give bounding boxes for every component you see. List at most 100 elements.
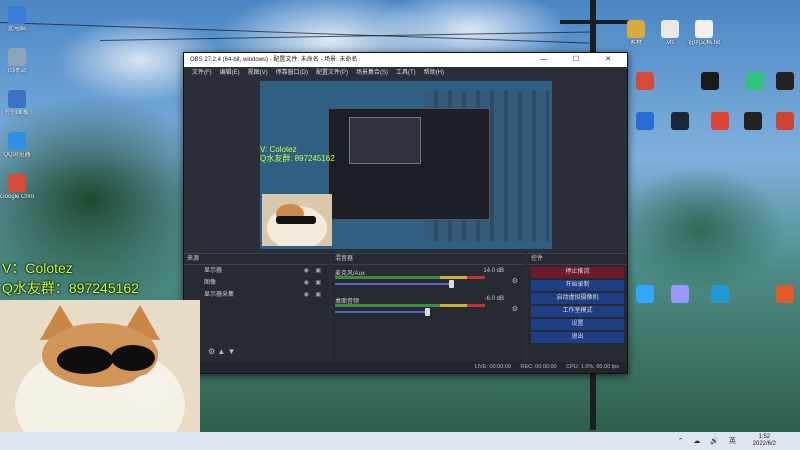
obs-window-title: OBS 27.2.4 (64-bit, windows) - 配置文件: 未命名… xyxy=(190,57,358,63)
lock-icon[interactable]: ▣ xyxy=(315,277,321,289)
mixer-panel[interactable]: 混音器 麦克风/Aux 14.0 dB ⚙ 桌面音频 -6.0 dB ⚙ xyxy=(332,253,524,362)
desktop-icon-right-7[interactable] xyxy=(625,112,665,132)
webcam-cat-image xyxy=(0,300,200,450)
mixer-channel: 桌面音频 -6.0 dB ⚙ xyxy=(332,293,524,321)
desktop-icon-left-4[interactable]: Google Chro xyxy=(0,174,37,201)
qq-music-icon xyxy=(746,72,764,90)
audio-level-meter xyxy=(335,304,485,307)
lock-icon[interactable]: ▣ xyxy=(315,289,321,301)
desktop-icon-right-2[interactable]: 说明文档.txt xyxy=(684,20,724,47)
volume-slider-handle[interactable] xyxy=(449,280,454,288)
desktop-icon-right-3[interactable] xyxy=(625,72,665,92)
stream-overlay-text: V：Colotez Q水友群：897245162 xyxy=(2,258,139,298)
obs-menu-item[interactable]: 配置文件(P) xyxy=(316,70,348,76)
obs-menu-item[interactable]: 视图(V) xyxy=(248,70,268,76)
preview-overlay-line-1: V: Colotez xyxy=(260,145,297,154)
desktop-icon-label: 说明文档.txt xyxy=(687,40,720,46)
volume-slider-handle[interactable] xyxy=(425,308,430,316)
controls-panel[interactable]: 控件 停止推流开始录制启动虚拟摄像机 工作室模式设置退出 xyxy=(528,253,627,362)
desktop-icon-right-12[interactable] xyxy=(625,285,665,305)
preview-cat-image xyxy=(262,194,332,250)
obs-menu-item[interactable]: 停靠窗口(D) xyxy=(276,70,308,76)
folder-icon xyxy=(627,20,645,38)
desktop-icon-label: 控制面板 xyxy=(4,110,29,116)
visibility-eye-icon[interactable]: ◉ xyxy=(304,265,309,277)
control-panel-icon xyxy=(8,90,26,108)
source-item[interactable]: 显示器 ◉ ▣ xyxy=(184,265,329,277)
steam-icon xyxy=(671,112,689,130)
monitor-icon xyxy=(8,6,26,24)
desktop-icon-left-2[interactable]: 控制面板 xyxy=(0,90,37,117)
text-file-icon xyxy=(695,20,713,38)
game-icon xyxy=(776,112,794,130)
obs-menu-item[interactable]: 帮助(H) xyxy=(424,70,444,76)
mixer-panel-header: 混音器 xyxy=(332,254,524,265)
mixer-settings-gear-icon[interactable]: ⚙ xyxy=(512,277,518,285)
clock-time: 1:52 xyxy=(758,434,771,440)
cat-sunglasses-illustration xyxy=(0,300,200,450)
controls-panel-header: 控件 xyxy=(528,254,627,265)
desktop-icon-right-13[interactable] xyxy=(660,285,700,305)
control-button[interactable]: 停止推流 xyxy=(531,267,624,278)
mixer-settings-gear-icon[interactable]: ⚙ xyxy=(512,305,518,313)
app-icon xyxy=(776,285,794,303)
chrome-icon xyxy=(636,72,654,90)
overlay-line-2: Q水友群：897245162 xyxy=(2,280,139,296)
preview-overlay-line-2: Q水友群: 897245162 xyxy=(260,154,335,163)
desktop-icon-right-8[interactable] xyxy=(660,112,700,132)
desktop-icon-label: QQ浏览器 xyxy=(3,152,31,158)
desktop-icon-label: Google Chro xyxy=(0,194,35,200)
mixer-channel-db: -6.0 dB xyxy=(484,296,504,302)
nested-obs-preview-inner xyxy=(349,117,421,164)
source-item-label: 图像 xyxy=(204,280,217,286)
volume-slider[interactable] xyxy=(335,283,452,285)
desktop-icon-label: 回收站 xyxy=(7,68,26,74)
chrome-icon xyxy=(8,174,26,192)
obs-menu-item[interactable]: 工具(T) xyxy=(396,70,416,76)
lock-icon[interactable]: ▣ xyxy=(315,265,321,277)
taskbar: ⌃ ☁ 🔊 英 1:52 2022/6/2 xyxy=(0,432,800,450)
qq-icon xyxy=(701,72,719,90)
clock-date: 2022/6/2 xyxy=(752,441,776,447)
visibility-eye-icon[interactable]: ◉ xyxy=(304,289,309,301)
desktop-icon-label: 此电脑 xyxy=(7,26,26,32)
desktop-icon-left-1[interactable]: 回收站 xyxy=(0,48,37,75)
control-button[interactable]: 工作室模式 xyxy=(531,306,624,317)
volume-slider[interactable] xyxy=(335,311,428,313)
obs-icon xyxy=(776,72,794,90)
audio-level-meter xyxy=(335,276,485,279)
control-button[interactable]: 设置 xyxy=(531,319,624,330)
obs-titlebar[interactable]: OBS 27.2.4 (64-bit, windows) - 配置文件: 未命名… xyxy=(184,53,627,67)
cpu-status: CPU: 1.0%, 60.00 fps xyxy=(566,364,619,370)
scenes-panel-header: 来源 xyxy=(184,254,329,265)
visibility-eye-icon[interactable]: ◉ xyxy=(304,277,309,289)
mixer-channel: 麦克风/Aux 14.0 dB ⚙ xyxy=(332,265,524,293)
control-button[interactable]: 启动虚拟摄像机 xyxy=(531,293,624,304)
file-icon xyxy=(661,20,679,38)
taskbar-clock[interactable]: 1:52 2022/6/2 xyxy=(753,434,776,448)
source-toolbar[interactable]: ⚙ ▲ ▼ xyxy=(208,347,235,356)
scenes-panel[interactable]: 来源 显示器 ◉ ▣ 图像 ◉ ▣ 显示器采集 ◉ ▣ ⚙ ▲ ▼ xyxy=(184,253,329,362)
obs-menu-item[interactable]: 编辑(E) xyxy=(220,70,240,76)
obs-window[interactable]: OBS 27.2.4 (64-bit, windows) - 配置文件: 未命名… xyxy=(183,52,628,374)
desktop-icon-right-6[interactable] xyxy=(765,72,800,92)
window-controls[interactable]: — ☐ ✕ xyxy=(540,53,623,67)
control-button[interactable]: 退出 xyxy=(531,332,624,343)
desktop-icon-left-3[interactable]: QQ浏览器 xyxy=(0,132,37,159)
desktop-icon-right-14[interactable] xyxy=(700,285,740,305)
recycle-bin-icon xyxy=(8,48,26,66)
source-item[interactable]: 显示器采集 ◉ ▣ xyxy=(184,289,329,301)
obs-menu-item[interactable]: 场景集合(S) xyxy=(356,70,388,76)
system-tray-icons[interactable]: ⌃ ☁ 🔊 英 xyxy=(678,436,740,446)
qq-browser-icon xyxy=(8,132,26,150)
source-item[interactable]: 图像 ◉ ▣ xyxy=(184,277,329,289)
blizzard-icon xyxy=(636,112,654,130)
obs-menu-item[interactable]: 文件(F) xyxy=(192,70,212,76)
desktop-icon-right-15[interactable] xyxy=(765,285,800,305)
desktop-icon-right-4[interactable] xyxy=(690,72,730,92)
desktop-icon-right-11[interactable] xyxy=(765,112,800,132)
overlay-line-1: V：Colotez xyxy=(2,260,73,276)
desktop-icon-left-0[interactable]: 此电脑 xyxy=(0,6,37,33)
live-status: LIVE: 00:00:00 xyxy=(474,364,511,370)
control-button[interactable]: 开始录制 xyxy=(531,280,624,291)
